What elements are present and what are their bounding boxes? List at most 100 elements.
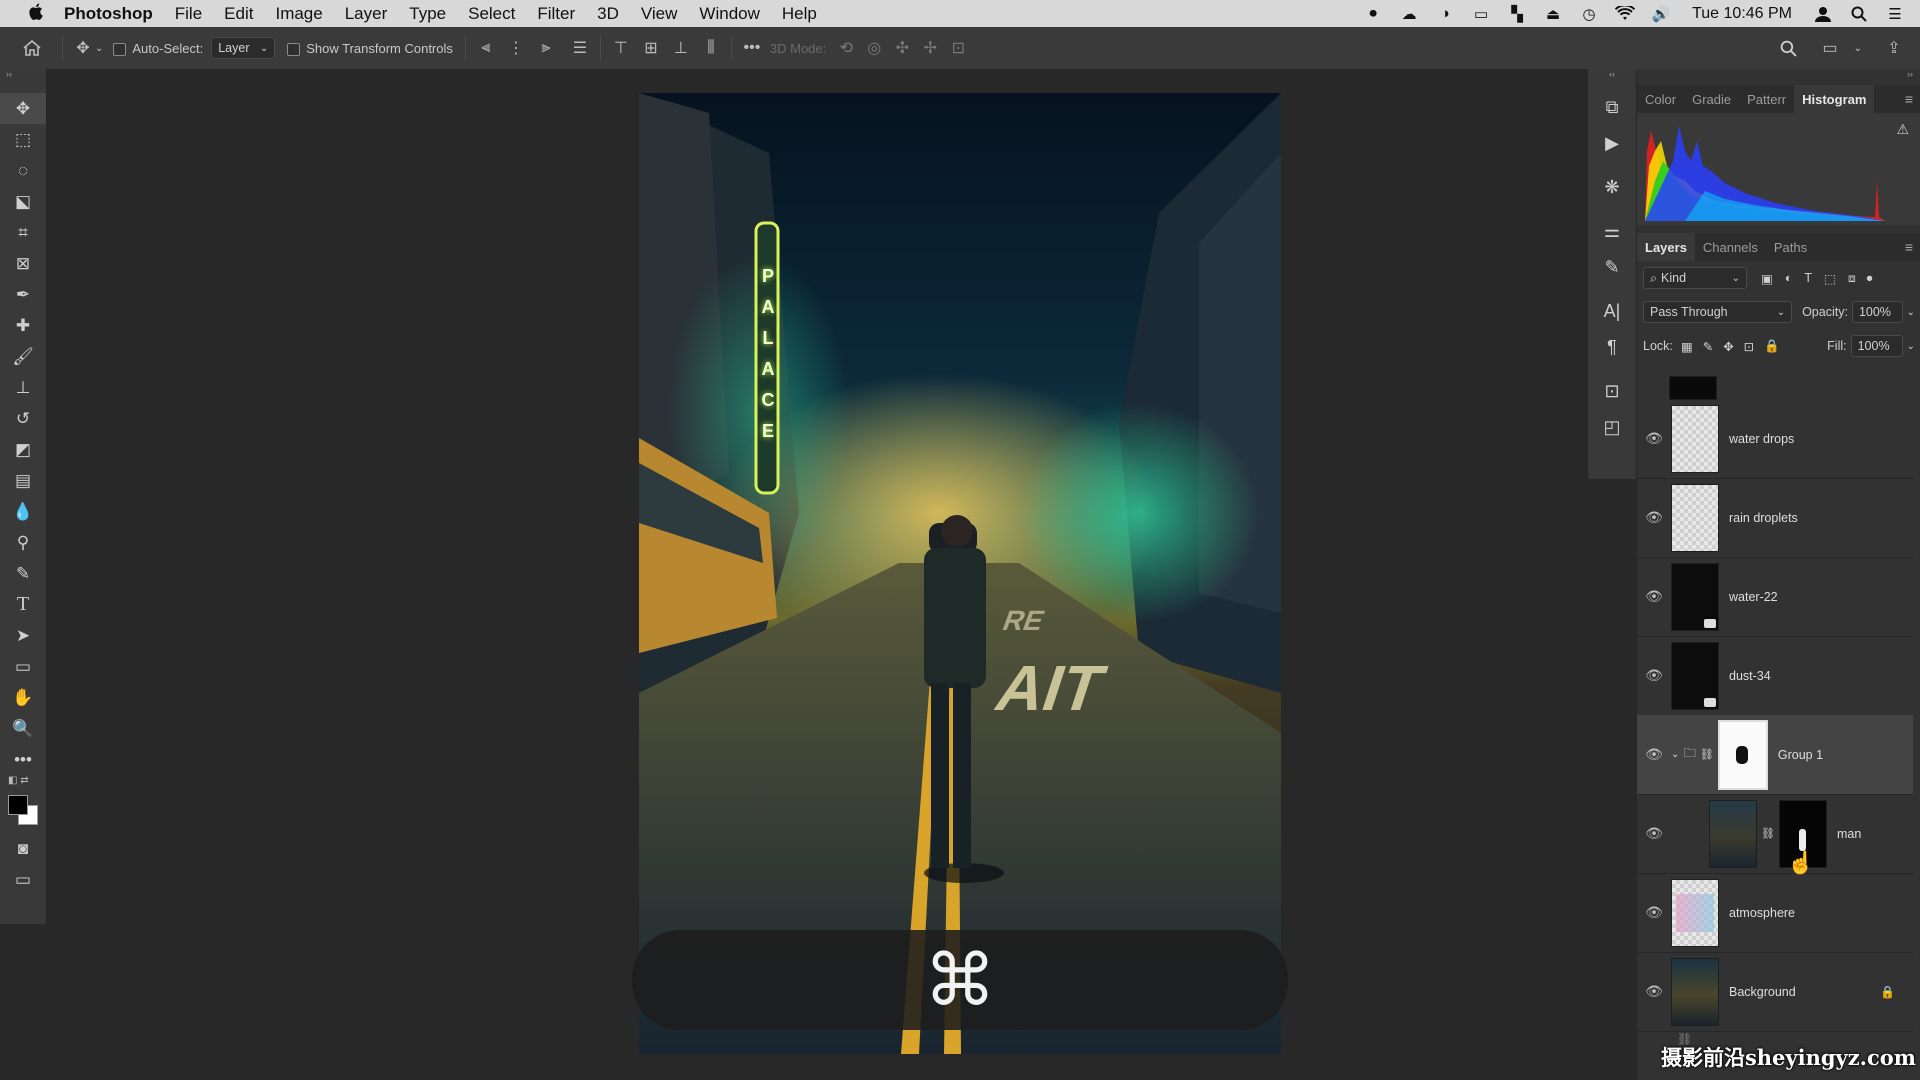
default-colors-icon[interactable]: ◧ ⇄ bbox=[0, 775, 46, 793]
type-tool[interactable]: T bbox=[0, 589, 46, 620]
app-menu[interactable]: Photoshop bbox=[64, 4, 153, 24]
3d-roll-icon[interactable]: ◎ bbox=[862, 36, 886, 60]
link-icon[interactable]: ⛓ bbox=[1761, 827, 1775, 840]
gradient-tool[interactable]: ▤ bbox=[0, 465, 46, 496]
lock-pixels-icon[interactable]: ✎ bbox=[1703, 339, 1713, 354]
link-icon[interactable]: ⛓ bbox=[1700, 748, 1714, 761]
distribute-vertical-icon[interactable]: ☰ bbox=[568, 36, 592, 60]
panel-menu-icon[interactable]: ≡ bbox=[1905, 91, 1913, 107]
history-brush-tool[interactable]: ↺ bbox=[0, 403, 46, 434]
menu-type[interactable]: Type bbox=[409, 4, 446, 24]
blend-mode-dropdown[interactable]: Pass Through ⌄ bbox=[1643, 301, 1793, 323]
quick-mask-icon[interactable]: ◙ bbox=[0, 833, 46, 864]
screen-record-icon[interactable]: ⏺ bbox=[1362, 5, 1384, 22]
document-image[interactable]: P A L A C E RE AIT bbox=[639, 93, 1281, 1054]
eyedropper-tool[interactable]: ✒ bbox=[0, 279, 46, 310]
rectangle-tool[interactable]: ▭ bbox=[0, 651, 46, 682]
brush-tool[interactable]: 🖌 bbox=[0, 341, 46, 372]
menu-filter[interactable]: Filter bbox=[537, 4, 575, 24]
auto-select-dropdown[interactable]: Layer ⌄ bbox=[211, 37, 276, 59]
move-tool[interactable]: ✥ bbox=[0, 93, 46, 124]
chevron-down-icon[interactable]: ⌄ bbox=[1907, 307, 1915, 318]
properties-panel-icon[interactable]: ⚌ bbox=[1588, 213, 1636, 249]
filter-kind-dropdown[interactable]: ⌕ Kind ⌄ bbox=[1643, 267, 1747, 289]
tab-layers[interactable]: Layers bbox=[1637, 233, 1695, 261]
airplay-icon[interactable]: ⏏ bbox=[1542, 6, 1564, 23]
warning-icon[interactable]: ⚠ bbox=[1896, 121, 1909, 138]
align-top-icon[interactable]: ⊤ bbox=[609, 36, 633, 60]
tab-paths[interactable]: Paths bbox=[1766, 233, 1815, 261]
align-right-icon[interactable]: ⫸ bbox=[534, 36, 558, 60]
layer-row[interactable]: 👁 water-22 bbox=[1637, 557, 1913, 637]
tab-gradients[interactable]: Gradie bbox=[1684, 85, 1739, 113]
color-swatches[interactable] bbox=[0, 793, 46, 833]
volume-icon[interactable]: 🔊 bbox=[1650, 6, 1672, 23]
panel-menu-icon[interactable]: ≡ bbox=[1905, 239, 1913, 255]
visibility-eye-icon[interactable]: 👁 bbox=[1637, 509, 1671, 526]
3d-pan-icon[interactable]: ✣ bbox=[890, 36, 914, 60]
menu-select[interactable]: Select bbox=[468, 4, 515, 24]
wifi-icon[interactable] bbox=[1614, 6, 1636, 22]
distribute-horizontal-icon[interactable]: ⫼ bbox=[699, 36, 723, 60]
lock-transparency-icon[interactable]: ▦ bbox=[1681, 339, 1693, 354]
layer-row[interactable]: 👁 water drops bbox=[1637, 399, 1913, 479]
marquee-tool[interactable]: ⬚ bbox=[0, 124, 46, 155]
brush-settings-icon[interactable]: ✎ bbox=[1588, 249, 1636, 285]
hand-tool[interactable]: ✋ bbox=[0, 682, 46, 713]
tab-channels[interactable]: Channels bbox=[1695, 233, 1766, 261]
layer-row[interactable]: 👁 Background 🔒 bbox=[1637, 952, 1913, 1032]
adjustment-filter-icon[interactable]: ◐ bbox=[1785, 271, 1793, 285]
apple-icon[interactable] bbox=[24, 3, 46, 25]
edit-toolbar-icon[interactable]: ••• bbox=[0, 744, 46, 775]
menu-image[interactable]: Image bbox=[275, 4, 322, 24]
eraser-tool[interactable]: ◩ bbox=[0, 434, 46, 465]
visibility-eye-icon[interactable]: 👁 bbox=[1637, 904, 1671, 921]
menu-window[interactable]: Window bbox=[699, 4, 759, 24]
menu-3d[interactable]: 3D bbox=[597, 4, 619, 24]
show-transform-checkbox[interactable] bbox=[287, 40, 306, 56]
screen-mode-icon[interactable]: ▭ bbox=[0, 864, 46, 895]
collapse-toolbar-icon[interactable]: ›› bbox=[0, 69, 46, 83]
visibility-eye-icon[interactable]: 👁 bbox=[1637, 588, 1671, 605]
layer-row[interactable]: 👁 atmosphere bbox=[1637, 873, 1913, 953]
tab-histogram[interactable]: Histogram bbox=[1794, 85, 1875, 113]
3d-orbit-icon[interactable]: ⟲ bbox=[834, 36, 858, 60]
group-mask-thumbnail[interactable] bbox=[1717, 719, 1768, 790]
share-icon[interactable]: ⇪ bbox=[1882, 36, 1906, 60]
3d-scale-icon[interactable]: ⊡ bbox=[946, 36, 970, 60]
shape-filter-icon[interactable]: ⬚ bbox=[1824, 271, 1836, 286]
display-icon[interactable]: ▭ bbox=[1470, 6, 1492, 23]
menu-view[interactable]: View bbox=[641, 4, 678, 24]
visibility-eye-icon[interactable]: 👁 bbox=[1637, 746, 1671, 763]
chevron-down-icon[interactable]: ⌄ bbox=[1854, 43, 1862, 54]
visibility-eye-icon[interactable]: 👁 bbox=[1637, 983, 1671, 1000]
user-icon[interactable] bbox=[1812, 6, 1834, 22]
visibility-eye-icon[interactable]: 👁 bbox=[1637, 825, 1671, 842]
search-icon[interactable] bbox=[1776, 36, 1800, 60]
artboard-panel-icon[interactable]: ◰ bbox=[1588, 409, 1636, 445]
layer-row[interactable]: 👁 dust-34 bbox=[1637, 636, 1913, 716]
frame-tool[interactable]: ⊠ bbox=[0, 248, 46, 279]
align-left-icon[interactable]: ⫷ bbox=[474, 36, 498, 60]
layer-row[interactable]: 👁 ⛓ man ☝ bbox=[1637, 794, 1913, 875]
chevron-down-icon[interactable]: ⌄ bbox=[1907, 341, 1915, 352]
object-select-tool[interactable]: ⬕ bbox=[0, 186, 46, 217]
collapse-icon[interactable]: ›› bbox=[1637, 69, 1920, 83]
opacity-field[interactable]: 100% bbox=[1851, 301, 1903, 323]
more-options-icon[interactable]: ••• bbox=[740, 36, 764, 60]
align-middle-icon[interactable]: ⊞ bbox=[639, 36, 663, 60]
pixel-filter-icon[interactable]: ▣ bbox=[1761, 271, 1773, 286]
zoom-tool[interactable]: 🔍 bbox=[0, 713, 46, 744]
visibility-eye-icon[interactable]: 👁 bbox=[1637, 667, 1671, 684]
menu-layer[interactable]: Layer bbox=[345, 4, 388, 24]
menu-help[interactable]: Help bbox=[782, 4, 817, 24]
smart-object-filter-icon[interactable]: ⧈ bbox=[1848, 271, 1856, 286]
creative-cloud-icon[interactable]: ☁ bbox=[1398, 6, 1420, 23]
tab-patterns[interactable]: Patterr bbox=[1739, 85, 1794, 113]
tab-color[interactable]: Color bbox=[1637, 85, 1684, 113]
path-select-tool[interactable]: ➤ bbox=[0, 620, 46, 651]
filter-toggle-icon[interactable]: ● bbox=[1866, 271, 1874, 285]
home-icon[interactable] bbox=[20, 36, 44, 60]
3d-slide-icon[interactable]: ✢ bbox=[918, 36, 942, 60]
adjustments-panel-icon[interactable]: ❋ bbox=[1588, 169, 1636, 205]
